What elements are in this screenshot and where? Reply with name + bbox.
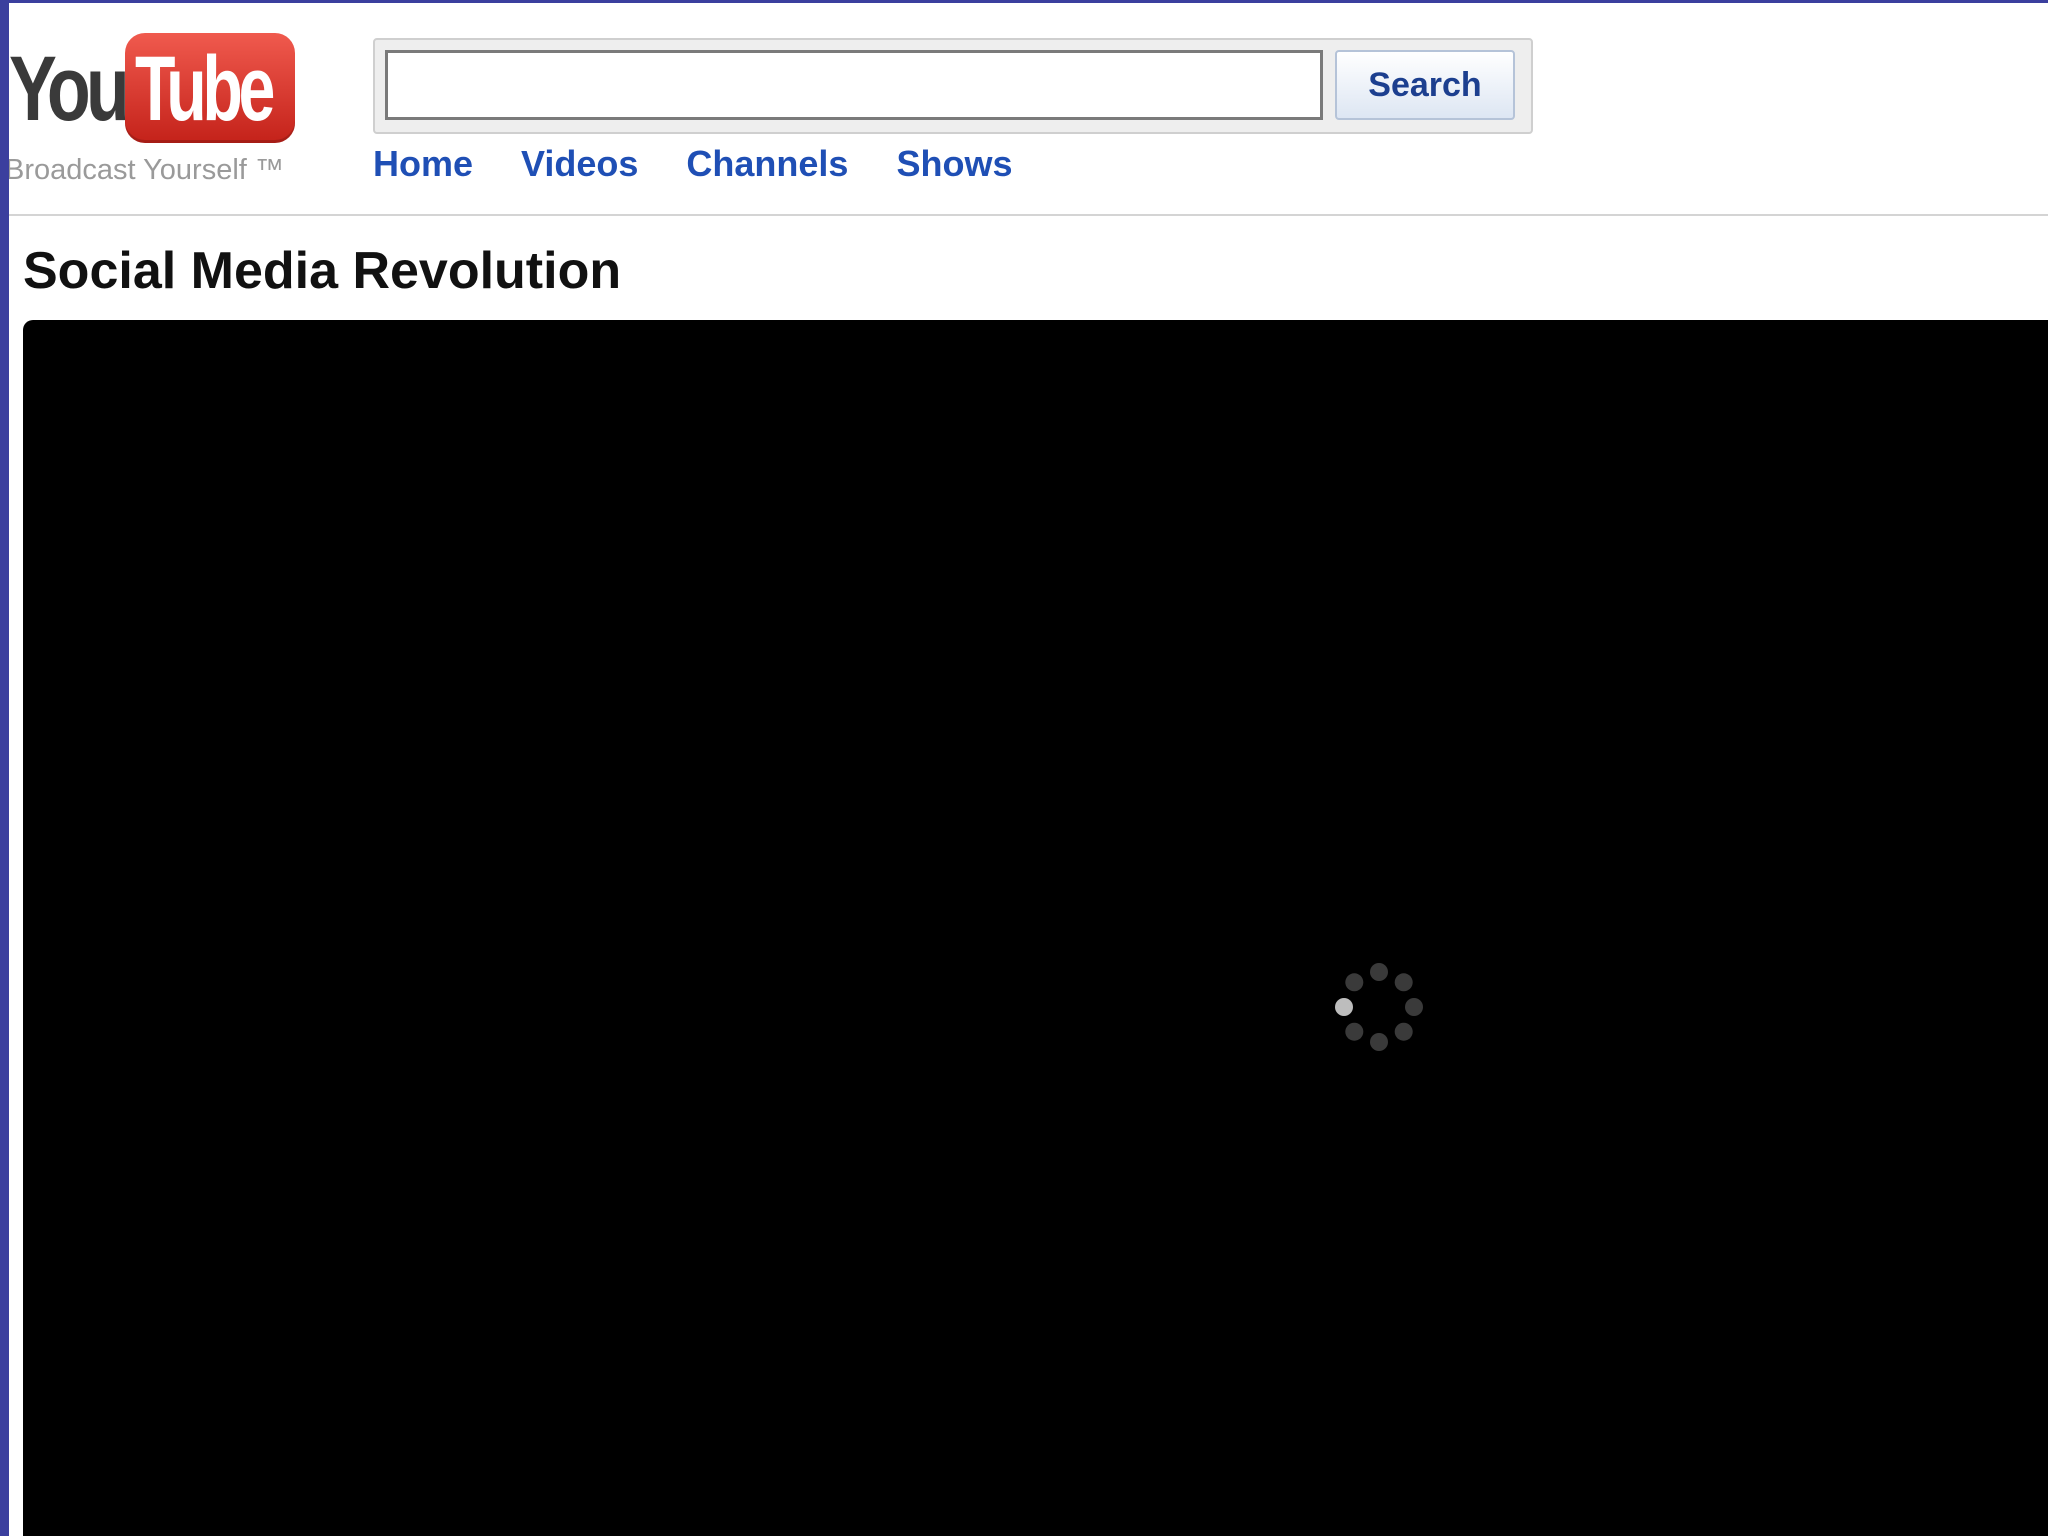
youtube-logo[interactable]: You Tube Broadcast Yourself ™	[9, 27, 319, 197]
nav-videos[interactable]: Videos	[521, 143, 638, 193]
loading-spinner-icon	[1335, 963, 1423, 1051]
nav-shows[interactable]: Shows	[896, 143, 1012, 193]
logo-you-text: You	[9, 38, 130, 140]
video-player[interactable]	[23, 320, 2048, 1536]
search-bar: Search	[373, 38, 1533, 134]
logo-tube-text: Tube	[135, 38, 275, 140]
search-button[interactable]: Search	[1335, 50, 1515, 120]
browser-page: You Tube Broadcast Yourself ™ Search Hom…	[9, 3, 2048, 1536]
nav-channels[interactable]: Channels	[686, 143, 848, 193]
header-divider	[9, 214, 2048, 216]
search-input[interactable]	[385, 50, 1323, 120]
logo-tagline: Broadcast Yourself ™	[9, 154, 284, 186]
video-title: Social Media Revolution	[23, 242, 622, 300]
nav-home[interactable]: Home	[373, 143, 473, 193]
main-nav: Home Videos Channels Shows	[373, 143, 1012, 193]
